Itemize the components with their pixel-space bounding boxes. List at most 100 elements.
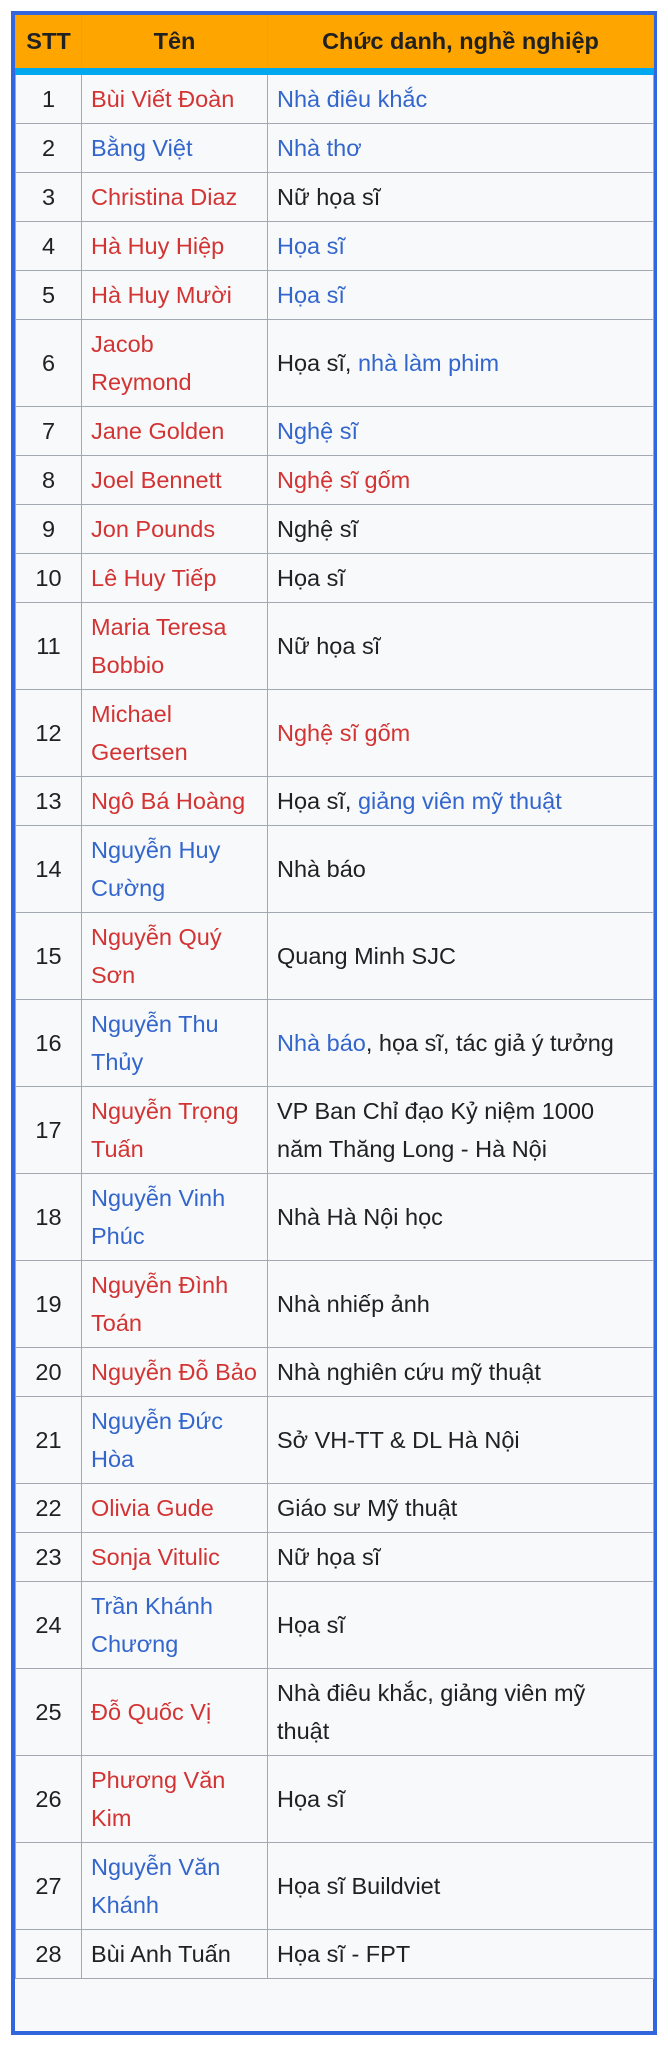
person-link[interactable]: Nguyễn Thu Thủy [91, 1011, 219, 1075]
participants-table: STT Tên Chức danh, nghề nghiệp 1 Bùi Viết… [15, 15, 654, 1979]
name-cell: Olivia Gude [81, 1482, 268, 1533]
row-number: 23 [15, 1531, 82, 1582]
row-number: 6 [15, 318, 82, 407]
role-cell: Nghệ sĩ gốm [267, 454, 654, 505]
row-number: 27 [15, 1841, 82, 1930]
name-cell: Jacob Reymond [81, 318, 268, 407]
person-link[interactable]: Lê Huy Tiếp [91, 565, 216, 591]
row-number: 8 [15, 454, 82, 505]
person-link[interactable]: Nguyễn Đình Toán [91, 1272, 228, 1336]
person-link[interactable]: Jon Pounds [91, 516, 215, 542]
person-link[interactable]: Olivia Gude [91, 1495, 214, 1521]
role-text: Họa sĩ [277, 1785, 345, 1812]
table-row: 23 Sonja Vitulic Nữ họa sĩ [15, 1531, 654, 1582]
role-link[interactable]: nhà làm phim [358, 350, 499, 376]
role-cell: Giáo sư Mỹ thuật [267, 1482, 654, 1533]
role-link[interactable]: Nghệ sĩ [277, 418, 358, 444]
table-row: 18 Nguyễn Vinh Phúc Nhà Hà Nội học [15, 1172, 654, 1261]
person-link[interactable]: Đỗ Quốc Vị [91, 1699, 211, 1725]
name-cell: Nguyễn Trọng Tuấn [81, 1085, 268, 1174]
role-cell: Nhà điêu khắc [267, 70, 654, 124]
row-number: 5 [15, 269, 82, 320]
name-cell: Nguyễn Đức Hòa [81, 1395, 268, 1484]
role-text: , họa sĩ, tác giả ý tưởng [365, 1029, 614, 1056]
person-link[interactable]: Sonja Vitulic [91, 1544, 220, 1570]
role-cell: Nghệ sĩ [267, 405, 654, 456]
role-link[interactable]: Nghệ sĩ gốm [277, 467, 410, 493]
person-link[interactable]: Michael Geertsen [91, 701, 188, 765]
row-number: 2 [15, 122, 82, 173]
person-link[interactable]: Nguyễn Văn Khánh [91, 1854, 220, 1918]
role-text: VP Ban Chỉ đạo Kỷ niệm 1000 năm Thăng Lo… [277, 1097, 595, 1162]
role-text: Nữ họa sĩ [277, 632, 381, 659]
role-link[interactable]: Nghệ sĩ gốm [277, 720, 410, 746]
role-text: Họa sĩ [277, 1611, 345, 1638]
name-cell: Trần Khánh Chương [81, 1580, 268, 1669]
row-number: 17 [15, 1085, 82, 1174]
role-cell: Nhà điêu khắc, giảng viên mỹ thuật [267, 1667, 654, 1756]
person-link[interactable]: Trần Khánh Chương [91, 1593, 213, 1657]
role-link[interactable]: Nhà thơ [277, 135, 362, 161]
table-row: 24 Trần Khánh Chương Họa sĩ [15, 1580, 654, 1669]
person-link[interactable]: Nguyễn Đức Hòa [91, 1408, 223, 1472]
row-number: 7 [15, 405, 82, 456]
role-link[interactable]: Nhà báo [277, 1030, 366, 1056]
role-link[interactable]: Họa sĩ [277, 233, 345, 259]
role-text: Nhà Hà Nội học [277, 1203, 443, 1230]
row-number: 19 [15, 1259, 82, 1348]
table-row: 8 Joel Bennett Nghệ sĩ gốm [15, 454, 654, 505]
person-link[interactable]: Jacob Reymond [91, 331, 192, 395]
table-row: 9 Jon Pounds Nghệ sĩ [15, 503, 654, 554]
table-row: 4 Hà Huy Hiệp Họa sĩ [15, 220, 654, 271]
table-row: 21 Nguyễn Đức Hòa Sở VH-TT & DL Hà Nội [15, 1395, 654, 1484]
name-cell: Jon Pounds [81, 503, 268, 554]
row-number: 26 [15, 1754, 82, 1843]
person-link[interactable]: Hà Huy Hiệp [91, 233, 224, 259]
role-cell: Họa sĩ [267, 1754, 654, 1843]
role-text: Nhà báo [277, 855, 366, 882]
role-cell: Nhà báo, họa sĩ, tác giả ý tưởng [267, 998, 654, 1087]
person-link[interactable]: Bùi Viết Đoàn [91, 86, 234, 112]
role-cell: Họa sĩ [267, 269, 654, 320]
name-cell: Đỗ Quốc Vị [81, 1667, 268, 1756]
person-link[interactable]: Ngô Bá Hoàng [91, 788, 245, 814]
name-cell: Nguyễn Huy Cường [81, 824, 268, 913]
row-number: 13 [15, 775, 82, 826]
person-link[interactable]: Nguyễn Đỗ Bảo [91, 1359, 257, 1385]
role-cell: Nghệ sĩ gốm [267, 688, 654, 777]
table-row: 16 Nguyễn Thu Thủy Nhà báo, họa sĩ, tác gi… [15, 998, 654, 1087]
name-cell: Michael Geertsen [81, 688, 268, 777]
person-link[interactable]: Nguyễn Quý Sơn [91, 924, 222, 988]
name-cell: Hà Huy Mười [81, 269, 268, 320]
person-link[interactable]: Hà Huy Mười [91, 282, 232, 308]
table-row: 6 Jacob Reymond Họa sĩ, nhà làm phim [15, 318, 654, 407]
person-link[interactable]: Nguyễn Huy Cường [91, 837, 220, 901]
person-link[interactable]: Phương Văn Kim [91, 1767, 225, 1831]
person-link[interactable]: Bằng Việt [91, 135, 192, 161]
role-cell: Nữ họa sĩ [267, 1531, 654, 1582]
name-cell: Sonja Vitulic [81, 1531, 268, 1582]
row-number: 20 [15, 1346, 82, 1397]
role-text: Họa sĩ, [277, 349, 358, 376]
person-link[interactable]: Nguyễn Vinh Phúc [91, 1185, 225, 1249]
person-link[interactable]: Nguyễn Trọng Tuấn [91, 1098, 239, 1162]
person-link[interactable]: Maria Teresa Bobbio [91, 614, 226, 678]
role-text: Nhà điêu khắc, giảng viên mỹ thuật [277, 1679, 586, 1744]
name-cell: Ngô Bá Hoàng [81, 775, 268, 826]
row-number: 10 [15, 552, 82, 603]
row-number: 11 [15, 601, 82, 690]
name-cell: Nguyễn Văn Khánh [81, 1841, 268, 1930]
role-text: Sở VH-TT & DL Hà Nội [277, 1426, 520, 1453]
role-link[interactable]: Họa sĩ [277, 282, 345, 308]
person-link[interactable]: Jane Golden [91, 418, 224, 444]
header-role: Chức danh, nghề nghiệp [267, 15, 654, 75]
person-link[interactable]: Christina Diaz [91, 184, 237, 210]
role-link[interactable]: giảng viên mỹ thuật [358, 788, 562, 814]
role-cell: Quang Minh SJC [267, 911, 654, 1000]
role-link[interactable]: Nhà điêu khắc [277, 86, 427, 112]
table-row: 2 Bằng Việt Nhà thơ [15, 122, 654, 173]
person-link[interactable]: Joel Bennett [91, 467, 222, 493]
header-name: Tên [81, 15, 268, 75]
row-number: 9 [15, 503, 82, 554]
row-number: 4 [15, 220, 82, 271]
